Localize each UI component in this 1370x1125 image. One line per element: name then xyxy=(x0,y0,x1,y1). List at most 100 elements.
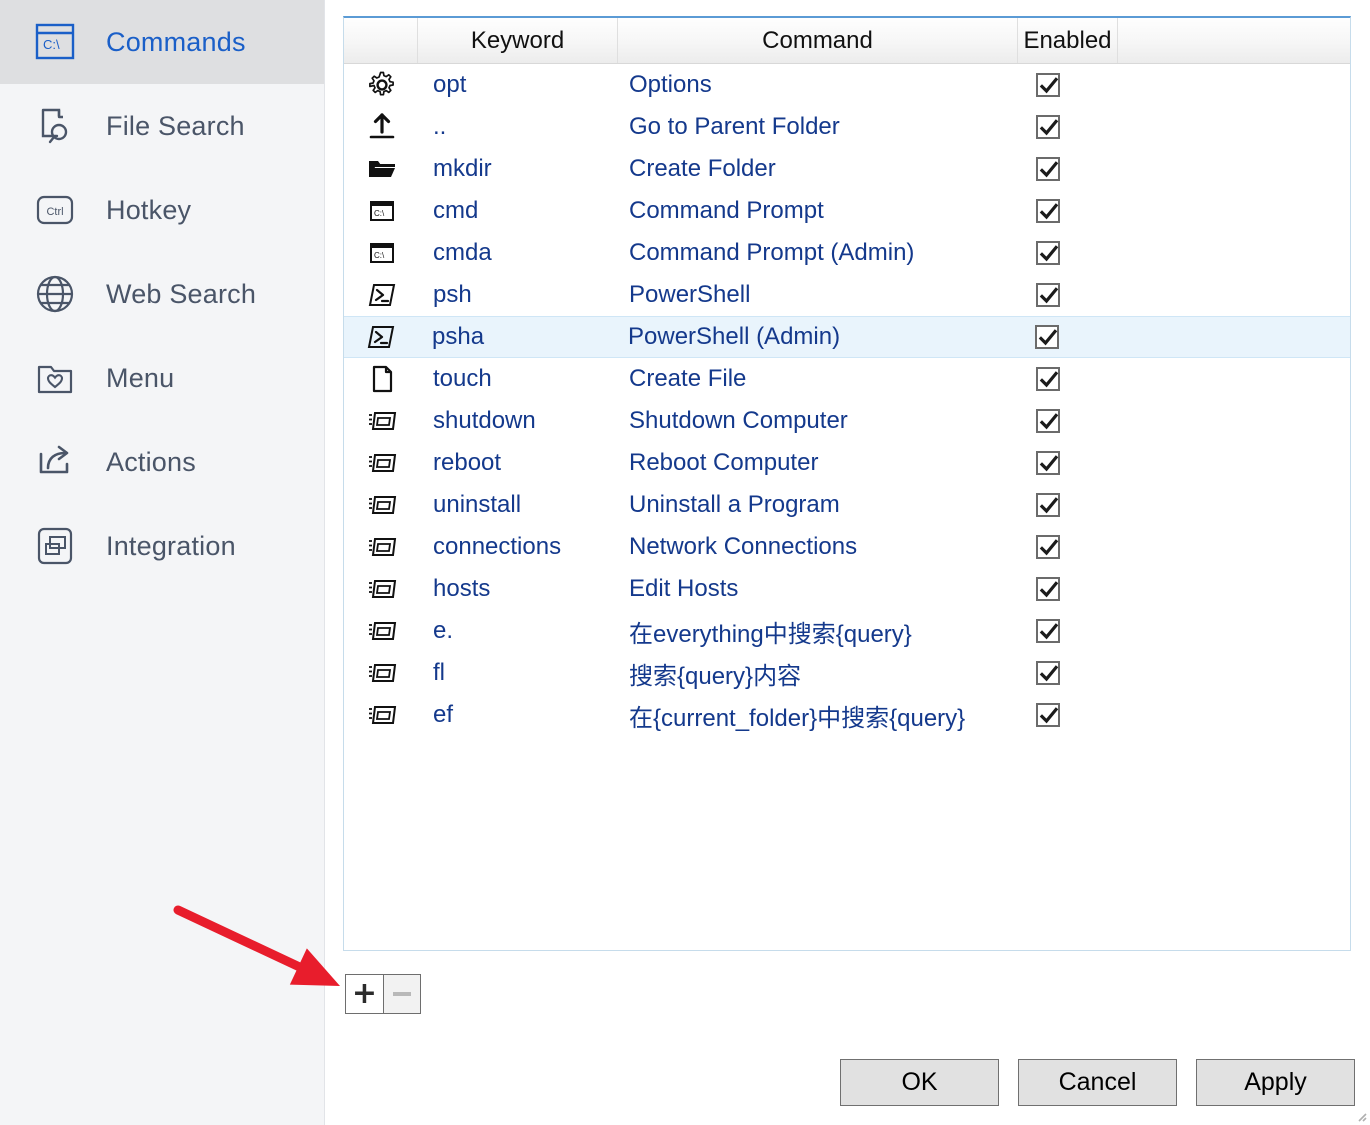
row-enabled-cell[interactable] xyxy=(1019,409,1119,433)
sidebar-item-integration[interactable]: Integration xyxy=(0,504,324,588)
enabled-checkbox[interactable] xyxy=(1036,409,1060,433)
row-keyword: cmd xyxy=(433,197,479,224)
table-body: opt Options.. Go to Parent Folder mkdir Crea… xyxy=(344,64,1350,736)
sidebar-item-web-search[interactable]: Web Search xyxy=(0,252,324,336)
list-controls: + xyxy=(345,974,421,1014)
sidebar-item-label: Hotkey xyxy=(106,194,192,225)
table-row[interactable]: e. 在everything中搜索{query} xyxy=(344,610,1350,652)
sidebar-item-hotkey[interactable]: Ctrl Hotkey xyxy=(0,168,324,252)
table-row[interactable]: shutdown Shutdown Computer xyxy=(344,400,1350,442)
row-command: Shutdown Computer xyxy=(629,407,848,434)
enabled-checkbox[interactable] xyxy=(1036,199,1060,223)
row-enabled-cell[interactable] xyxy=(1019,619,1119,643)
row-keyword: mkdir xyxy=(433,155,492,182)
row-enabled-cell[interactable] xyxy=(1019,157,1119,181)
sidebar-item-file-search[interactable]: File Search xyxy=(0,84,324,168)
remove-command-button[interactable] xyxy=(383,975,420,1013)
row-keyword: touch xyxy=(433,365,492,392)
resize-grip[interactable] xyxy=(1353,1108,1367,1122)
table-row[interactable]: C:\ cmd Command Prompt xyxy=(344,190,1350,232)
enabled-checkbox[interactable] xyxy=(1035,325,1059,349)
row-command: Create File xyxy=(629,365,747,392)
sidebar-item-label: Web Search xyxy=(106,278,257,309)
row-keyword: hosts xyxy=(433,575,491,602)
apply-button[interactable]: Apply xyxy=(1196,1059,1355,1106)
enabled-checkbox[interactable] xyxy=(1036,661,1060,685)
table-row[interactable]: mkdir Create Folder xyxy=(344,148,1350,190)
row-enabled-cell[interactable] xyxy=(1019,73,1119,97)
row-enabled-cell[interactable] xyxy=(1019,241,1119,265)
row-enabled-cell[interactable] xyxy=(1019,115,1119,139)
enabled-checkbox[interactable] xyxy=(1036,577,1060,601)
enabled-checkbox[interactable] xyxy=(1036,283,1060,307)
row-enabled-cell[interactable] xyxy=(1019,493,1119,517)
row-enabled-cell[interactable] xyxy=(1019,703,1119,727)
enabled-checkbox[interactable] xyxy=(1036,493,1060,517)
table-row[interactable]: ef 在{current_folder}中搜索{query} xyxy=(344,694,1350,736)
ctrl-key-icon: Ctrl xyxy=(30,185,80,235)
table-row[interactable]: touch Create File xyxy=(344,358,1350,400)
enabled-checkbox[interactable] xyxy=(1036,157,1060,181)
table-row[interactable]: uninstall Uninstall a Program xyxy=(344,484,1350,526)
row-enabled-cell[interactable] xyxy=(1019,661,1119,685)
share-arrow-icon xyxy=(30,437,80,487)
enabled-checkbox[interactable] xyxy=(1036,241,1060,265)
row-enabled-cell[interactable] xyxy=(1019,577,1119,601)
cancel-button[interactable]: Cancel xyxy=(1018,1059,1177,1106)
enabled-checkbox[interactable] xyxy=(1036,451,1060,475)
row-keyword: psh xyxy=(433,281,472,308)
column-header-icon[interactable] xyxy=(344,18,418,63)
row-command: Uninstall a Program xyxy=(629,491,840,518)
row-enabled-cell[interactable] xyxy=(1018,325,1118,349)
row-enabled-cell[interactable] xyxy=(1019,451,1119,475)
sidebar-item-menu[interactable]: Menu xyxy=(0,336,324,420)
row-keyword: shutdown xyxy=(433,407,536,434)
row-keyword: reboot xyxy=(433,449,502,476)
sidebar-item-actions[interactable]: Actions xyxy=(0,420,324,504)
enabled-checkbox[interactable] xyxy=(1036,367,1060,391)
table-row[interactable]: fl 搜索{query}内容 xyxy=(344,652,1350,694)
table-row[interactable]: opt Options xyxy=(344,64,1350,106)
table-row[interactable]: psh PowerShell xyxy=(344,274,1350,316)
sidebar-item-commands[interactable]: C:\ Commands xyxy=(0,0,324,84)
ok-button[interactable]: OK xyxy=(840,1059,999,1106)
table-row[interactable]: .. Go to Parent Folder xyxy=(344,106,1350,148)
row-command: Command Prompt (Admin) xyxy=(629,239,915,266)
row-enabled-cell[interactable] xyxy=(1019,283,1119,307)
table-row[interactable]: reboot Reboot Computer xyxy=(344,442,1350,484)
dialog-button-bar: OK Cancel Apply xyxy=(840,1059,1355,1106)
row-keyword: uninstall xyxy=(433,491,522,518)
row-enabled-cell[interactable] xyxy=(1019,199,1119,223)
row-keyword: e. xyxy=(433,617,454,644)
run-window-icon xyxy=(345,448,419,478)
table-row[interactable]: connections Network Connections xyxy=(344,526,1350,568)
column-header-keyword[interactable]: Keyword xyxy=(418,18,618,63)
row-keyword: .. xyxy=(433,113,447,140)
run-window-icon xyxy=(345,616,419,646)
row-command: Edit Hosts xyxy=(629,575,739,602)
minus-icon xyxy=(393,992,411,996)
row-enabled-cell[interactable] xyxy=(1019,535,1119,559)
table-row[interactable]: C:\ cmda Command Prompt (Admin) xyxy=(344,232,1350,274)
column-header-command[interactable]: Command xyxy=(618,18,1018,63)
row-enabled-cell[interactable] xyxy=(1019,367,1119,391)
sidebar-item-label: File Search xyxy=(106,110,245,141)
enabled-checkbox[interactable] xyxy=(1036,535,1060,559)
add-command-button[interactable]: + xyxy=(346,975,383,1013)
enabled-checkbox[interactable] xyxy=(1036,115,1060,139)
row-command: Reboot Computer xyxy=(629,449,819,476)
column-header-enabled[interactable]: Enabled xyxy=(1018,18,1118,63)
enabled-checkbox[interactable] xyxy=(1036,703,1060,727)
powershell-icon xyxy=(344,322,418,352)
row-command: PowerShell xyxy=(629,281,751,308)
run-window-icon xyxy=(345,406,419,436)
table-row[interactable]: psha PowerShell (Admin) xyxy=(344,316,1350,358)
run-window-icon xyxy=(345,532,419,562)
commands-table-panel: Keyword Command Enabled opt Options.. Go t… xyxy=(343,16,1351,951)
enabled-checkbox[interactable] xyxy=(1036,619,1060,643)
run-window-icon xyxy=(345,490,419,520)
sidebar-item-label: Commands xyxy=(106,26,246,57)
table-row[interactable]: hosts Edit Hosts xyxy=(344,568,1350,610)
enabled-checkbox[interactable] xyxy=(1036,73,1060,97)
svg-text:C:\: C:\ xyxy=(374,209,385,218)
